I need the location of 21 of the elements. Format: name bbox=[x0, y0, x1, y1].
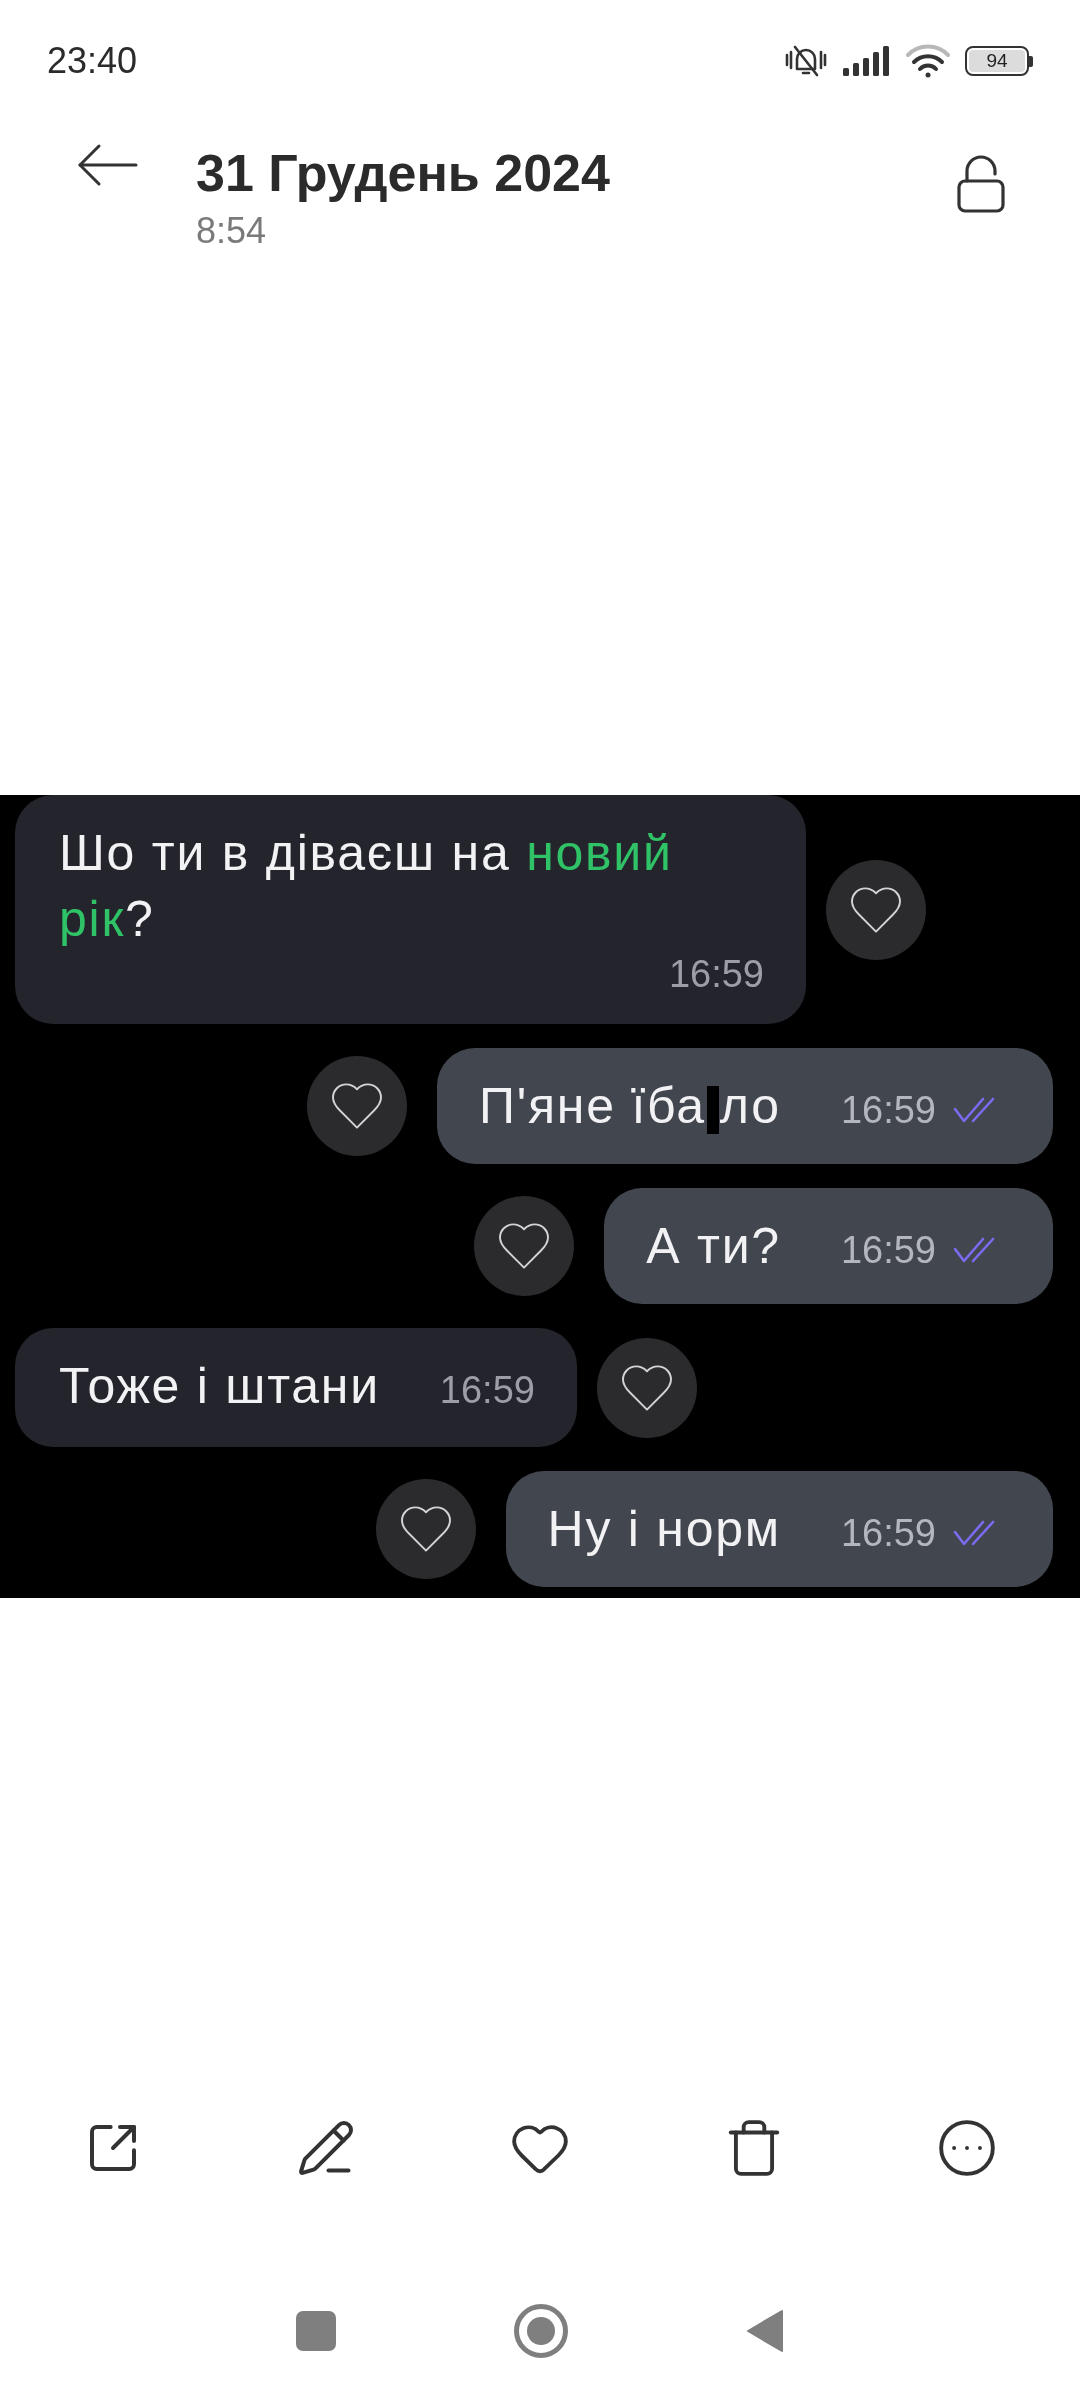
message-time: 16:59 bbox=[840, 1511, 936, 1555]
muted-bell-icon bbox=[783, 43, 829, 79]
signal-bars-icon bbox=[843, 46, 891, 76]
unlocked-padlock-icon[interactable] bbox=[957, 155, 1005, 213]
battery-indicator: 94 bbox=[965, 46, 1033, 76]
message-text: Ну і норм bbox=[547, 1500, 781, 1559]
home-circle-icon[interactable] bbox=[514, 2304, 568, 2358]
status-time: 23:40 bbox=[47, 40, 138, 82]
message-text: А ти? bbox=[646, 1217, 781, 1276]
message-time: 16:59 bbox=[668, 952, 764, 996]
back-triangle-icon[interactable] bbox=[746, 2309, 784, 2353]
photo-date-title: 31 Грудень 2024 bbox=[196, 143, 610, 203]
message-text: П'яне їба ло bbox=[479, 1077, 781, 1136]
wifi-icon bbox=[905, 44, 951, 78]
message-time: 16:59 bbox=[439, 1368, 535, 1412]
square-icon[interactable] bbox=[296, 2311, 336, 2351]
message-text: Тоже і штани bbox=[59, 1357, 380, 1416]
photo-time: 8:54 bbox=[196, 209, 267, 253]
message-time: 16:59 bbox=[840, 1088, 936, 1132]
message-text: Шо ти в діваєш на новий рік? bbox=[59, 824, 674, 949]
message-time: 16:59 bbox=[840, 1228, 936, 1272]
